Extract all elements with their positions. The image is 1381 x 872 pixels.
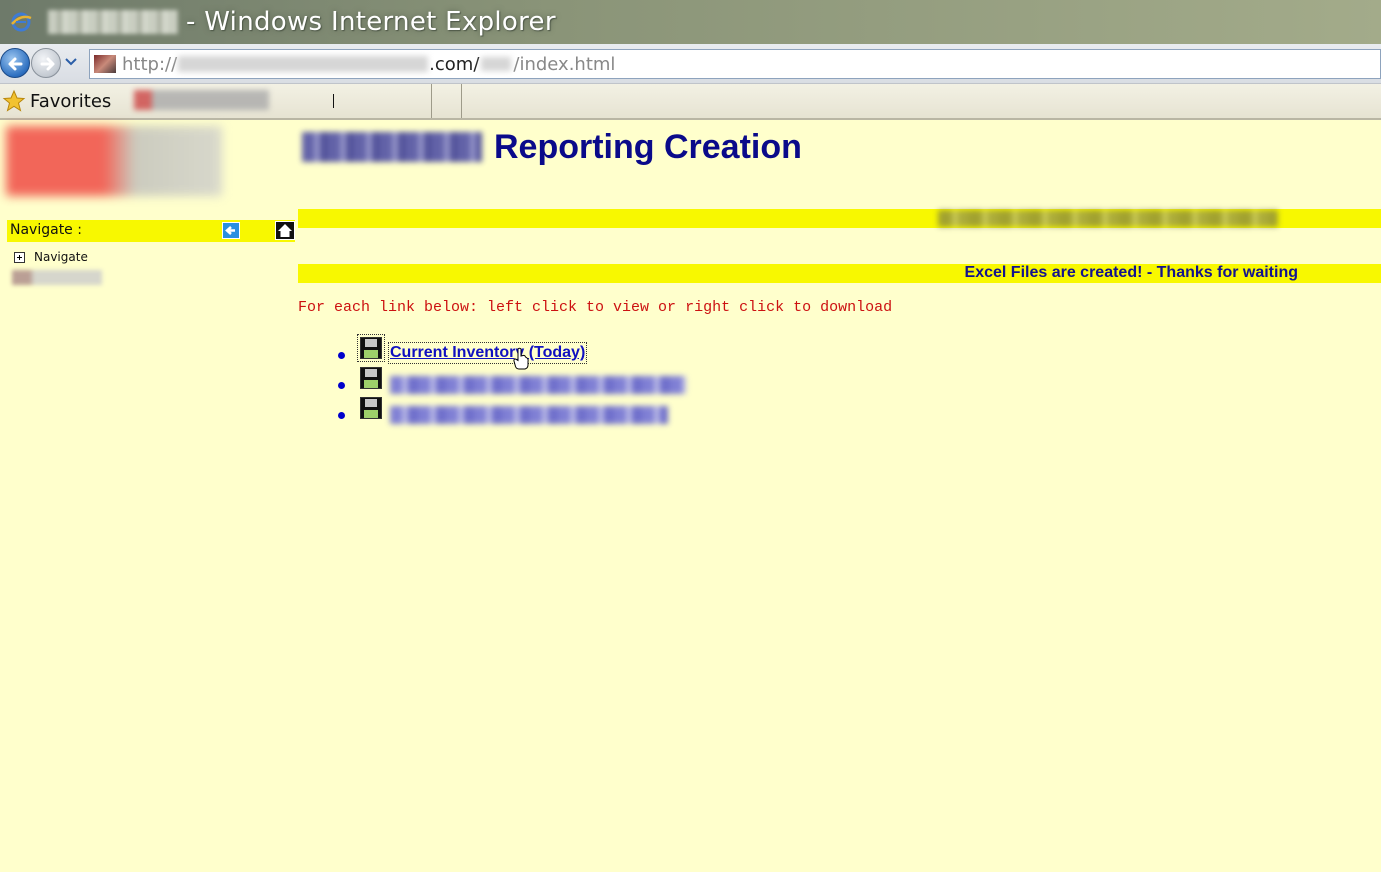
forward-arrow-icon [40,57,55,71]
floppy-disk-icon[interactable] [360,367,382,389]
back-button[interactable] [0,48,30,78]
home-button[interactable] [275,221,295,240]
tab-divider [333,94,334,108]
redacted-domain [178,56,429,72]
page-heading: Reporting Creation [302,126,802,168]
bullet [338,352,345,359]
page-title: Reporting Creation [494,127,802,166]
address-toolbar: http:// .com/ /index.html [0,44,1381,84]
window-title-bar: - Windows Internet Explorer [0,0,1381,44]
status-message: Excel Files are created! - Thanks for wa… [964,264,1298,281]
redacted-path [481,57,512,71]
navigate-header: Navigate : [7,220,295,242]
url-domain-suffix: .com/ [429,53,480,75]
tree-item-navigate[interactable]: Navigate [14,250,88,264]
file-link-redacted[interactable] [390,406,668,424]
url-scheme: http:// [122,53,178,75]
navigate-header-label: Navigate : [10,222,82,238]
info-band [298,209,1381,228]
file-link-current-inventory[interactable]: Current Inventory (Today) [387,342,588,364]
back-arrow-icon [225,226,235,235]
nav-back-button[interactable] [222,222,240,239]
favorites-bar: Favorites [0,84,1381,120]
floppy-disk-icon[interactable] [357,334,385,362]
status-band: Excel Files are created! - Thanks for wa… [298,264,1381,283]
url-text: http:// .com/ /index.html [122,54,615,75]
browser-tab-active[interactable] [132,84,432,118]
bullet [338,382,345,389]
expand-plus-icon[interactable] [14,251,25,263]
favorites-star-icon[interactable] [2,89,26,113]
file-link-redacted[interactable] [390,376,686,394]
address-field[interactable]: http:// .com/ /index.html [89,49,1381,79]
redacted-tab-title [134,90,269,110]
tree-item-label[interactable]: Navigate [34,250,88,264]
instruction-text: For each link below: left click to view … [298,299,893,316]
company-logo [6,126,222,196]
internet-explorer-icon [8,9,34,35]
redacted-tree-item[interactable] [12,270,102,285]
redacted-band-text [938,210,1278,227]
floppy-disk-icon[interactable] [360,397,382,419]
recent-pages-dropdown-icon[interactable] [65,58,77,66]
window-title: - Windows Internet Explorer [186,7,556,37]
redacted-site-name [48,10,178,34]
home-icon [278,224,292,237]
redacted-title-prefix [302,132,482,162]
page-favicon-icon [94,55,116,73]
bullet [338,412,345,419]
new-tab-button[interactable] [432,84,462,118]
url-path: /index.html [513,53,616,75]
forward-button[interactable] [31,48,61,78]
back-arrow-icon [8,57,23,71]
favorites-button[interactable]: Favorites [30,91,111,112]
hand-cursor-icon [513,347,529,370]
